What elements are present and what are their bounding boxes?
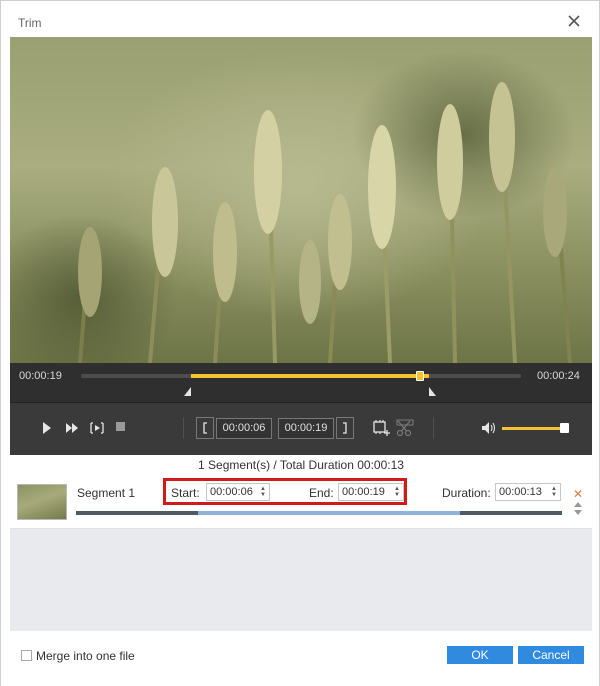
wheat-field-image	[78, 82, 572, 363]
trim-dialog: Trim 00:00:19 00:00:24 00:00:06 00:00:19…	[0, 0, 600, 686]
move-up-icon[interactable]	[574, 502, 582, 507]
split-segment-button[interactable]	[396, 419, 414, 437]
bracket-left-icon	[196, 417, 214, 439]
timeline-track[interactable]	[81, 371, 521, 381]
player-panel: 00:00:19 00:00:24 00:00:06 00:00:19	[10, 363, 592, 455]
play-button[interactable]	[41, 421, 53, 435]
segment-list: Segment 1 Start: 00:00:06 ▲ ▼ End: 00:00:…	[10, 475, 592, 631]
play-selection-button[interactable]	[89, 420, 105, 436]
set-start-button[interactable]	[196, 417, 214, 439]
end-time-box: 00:00:19	[278, 418, 334, 439]
close-button[interactable]	[563, 10, 585, 32]
play-selection-icon	[90, 422, 104, 434]
segment-summary: 1 Segment(s) / Total Duration 00:00:13	[198, 458, 404, 472]
bracket-right-icon	[336, 417, 354, 439]
fast-forward-button[interactable]	[65, 421, 79, 435]
segment-thumbnail	[17, 484, 67, 520]
set-end-button[interactable]	[336, 417, 354, 439]
segment-range-fill	[197, 511, 460, 515]
control-separator	[433, 417, 434, 439]
segment-range-bar	[76, 511, 562, 515]
delete-segment-icon[interactable]: ✕	[573, 487, 583, 501]
volume-slider[interactable]	[502, 427, 568, 430]
total-time: 00:00:24	[537, 370, 580, 382]
highlight-box	[163, 478, 407, 505]
merge-checkbox[interactable]	[21, 650, 32, 661]
move-down-icon[interactable]	[574, 510, 582, 515]
add-clip-icon	[373, 420, 390, 436]
end-marker-handle[interactable]	[428, 387, 436, 396]
scissors-icon	[396, 419, 414, 437]
stop-button[interactable]	[116, 422, 126, 432]
segment-name: Segment 1	[77, 486, 136, 500]
video-preview	[10, 37, 592, 363]
control-separator	[183, 417, 184, 439]
duration-label: Duration:	[442, 486, 491, 500]
timeline-selection	[191, 374, 429, 378]
duration-input[interactable]: 00:00:13 ▲ ▼	[495, 483, 561, 501]
segment-row[interactable]: Segment 1 Start: 00:00:06 ▲ ▼ End: 00:00:…	[10, 475, 592, 529]
volume-button[interactable]	[481, 420, 497, 436]
add-segment-button[interactable]	[372, 419, 390, 437]
start-marker-handle[interactable]	[184, 387, 191, 396]
merge-label: Merge into one file	[36, 649, 135, 663]
window-title: Trim	[18, 16, 42, 30]
volume-slider-knob[interactable]	[560, 423, 569, 433]
cancel-button[interactable]: Cancel	[518, 646, 584, 664]
close-icon	[568, 15, 580, 27]
timeline-playhead[interactable]	[415, 371, 424, 381]
title-bar: Trim	[1, 1, 599, 37]
start-time-box: 00:00:06	[216, 418, 272, 439]
current-time: 00:00:19	[19, 370, 62, 382]
speaker-icon	[482, 422, 496, 434]
stop-icon	[116, 422, 125, 431]
spinner-arrows-icon[interactable]: ▲ ▼	[551, 486, 558, 498]
play-icon	[43, 422, 51, 434]
fast-forward-icon	[66, 423, 78, 433]
dialog-footer: Merge into one file OK Cancel	[1, 631, 599, 686]
ok-button[interactable]: OK	[447, 646, 513, 664]
duration-value: 00:00:13	[499, 486, 542, 498]
playback-controls: 00:00:06 00:00:19	[10, 403, 592, 455]
